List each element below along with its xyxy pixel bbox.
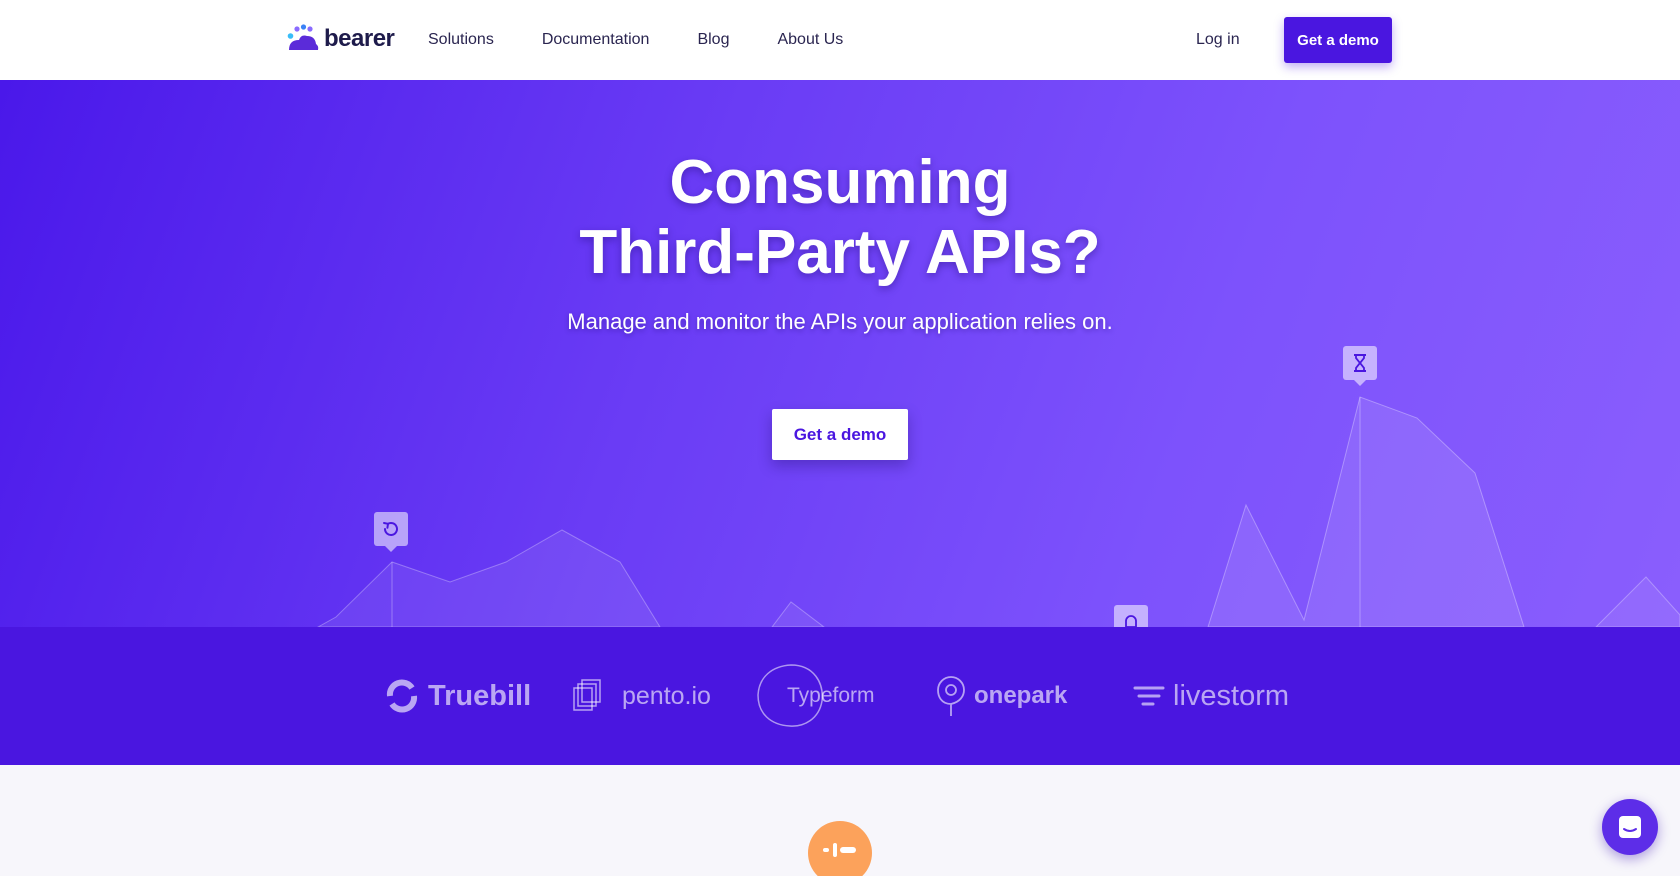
nav-links: Solutions Documentation Blog About Us bbox=[428, 0, 891, 80]
chat-launcher-button[interactable] bbox=[1602, 799, 1658, 855]
refresh-icon bbox=[383, 522, 398, 536]
typeform-circle-icon bbox=[757, 664, 823, 727]
bell-marker bbox=[1114, 605, 1148, 627]
nav-link-about-us[interactable]: About Us bbox=[777, 31, 843, 49]
login-link[interactable]: Log in bbox=[1196, 0, 1240, 80]
hero-section: Consuming Third-Party APIs? Manage and m… bbox=[0, 80, 1680, 627]
chart-area-right bbox=[1207, 396, 1525, 627]
logo-wordmark: bearer bbox=[324, 25, 395, 52]
top-nav: bearer Solutions Documentation Blog Abou… bbox=[0, 0, 1680, 80]
chart-area-left bbox=[316, 529, 661, 627]
get-demo-button-nav[interactable]: Get a demo bbox=[1284, 17, 1392, 63]
livestorm-icon bbox=[1133, 686, 1165, 706]
client-logo-onepark: onepark bbox=[936, 627, 1067, 765]
features-section bbox=[0, 765, 1680, 876]
chart-area-mid bbox=[771, 601, 825, 627]
client-logo-livestorm: livestorm bbox=[1133, 627, 1289, 765]
nav-link-documentation[interactable]: Documentation bbox=[542, 31, 650, 49]
feature-badge bbox=[808, 821, 872, 876]
hero-title-line1: Consuming bbox=[669, 148, 1011, 217]
onepark-pin-icon bbox=[937, 676, 965, 716]
bell-icon bbox=[1125, 615, 1137, 627]
client-logo-pento: pento.io bbox=[572, 627, 711, 765]
hourglass-icon bbox=[1354, 354, 1366, 372]
nav-link-solutions[interactable]: Solutions bbox=[428, 31, 494, 49]
feature-icon bbox=[823, 843, 856, 857]
refresh-marker bbox=[374, 512, 408, 552]
client-logos-strip: Truebill pento.io Typeform onepark lives… bbox=[0, 627, 1680, 765]
bearer-logo[interactable]: bearer bbox=[286, 24, 395, 54]
hero-title: Consuming Third-Party APIs? bbox=[0, 148, 1680, 288]
client-name-livestorm: livestorm bbox=[1173, 679, 1290, 712]
truebill-icon bbox=[386, 679, 418, 713]
client-logo-truebill: Truebill bbox=[384, 627, 531, 765]
hero-subtitle: Manage and monitor the APIs your applica… bbox=[567, 309, 1113, 334]
pento-icon bbox=[573, 679, 601, 711]
nav-link-blog[interactable]: Blog bbox=[697, 31, 729, 49]
hero-title-line2: Third-Party APIs? bbox=[579, 218, 1101, 287]
hourglass-marker bbox=[1343, 346, 1377, 386]
client-name-onepark: onepark bbox=[974, 682, 1068, 709]
get-demo-button-hero[interactable]: Get a demo bbox=[772, 409, 908, 460]
bearer-logo-icon bbox=[287, 24, 319, 50]
client-name-pento: pento.io bbox=[622, 681, 711, 710]
client-name-truebill: Truebill bbox=[428, 679, 532, 712]
chat-icon bbox=[1619, 816, 1641, 838]
chart-area-far-right bbox=[1595, 576, 1680, 627]
client-logo-typeform: Typeform bbox=[756, 627, 875, 765]
